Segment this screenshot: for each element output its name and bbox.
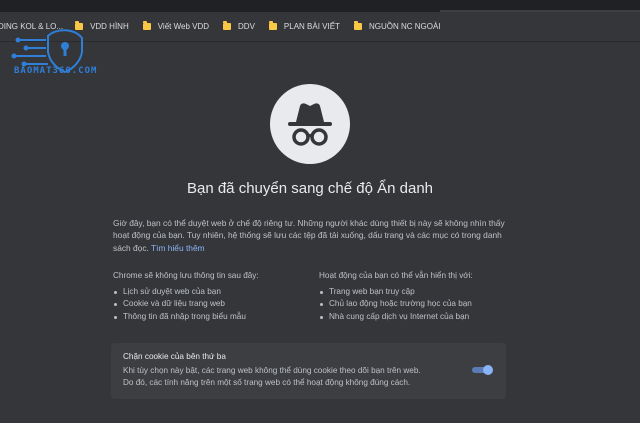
watermark-text: BAOMAT360.COM: [14, 66, 98, 76]
learn-more-link[interactable]: Tìm hiểu thêm: [151, 243, 205, 253]
bookmark-label: PLAN BÀI VIẾT: [283, 22, 340, 31]
folder-icon: [353, 21, 362, 30]
intro-paragraph: Giờ đây, bạn có thể duyệt web ở chế độ r…: [113, 217, 513, 254]
cookie-card-title: Chặn cookie của bên thứ ba: [123, 352, 226, 361]
bookmark-folder[interactable]: Viết Web VDD: [142, 21, 210, 31]
block-cookies-toggle[interactable]: [472, 365, 493, 375]
not-saved-section: Chrome sẽ không lưu thông tin sau đây: L…: [113, 271, 303, 323]
still-visible-heading: Hoạt động của bạn có thể vẫn hiển thị vớ…: [319, 271, 473, 280]
cookie-card-description-line: Do đó, các tính năng trên một số trang w…: [123, 378, 411, 387]
bookmark-label: DDV: [238, 22, 255, 31]
list-item: Lịch sử duyệt web của bạn: [113, 286, 303, 298]
bookmark-folder[interactable]: PLAN BÀI VIẾT: [268, 21, 340, 31]
list-item: Trang web bạn truy cập: [319, 286, 519, 298]
still-visible-section: Hoạt động của bạn có thể vẫn hiển thị vớ…: [319, 271, 519, 323]
toggle-knob: [483, 365, 493, 375]
bookmark-folder[interactable]: NGUỒN NC NGOÀI: [353, 21, 441, 31]
list-item: Chủ lao động hoặc trường học của bạn: [319, 298, 519, 310]
list-item: Nhà cung cấp dịch vụ Internet của bạn: [319, 311, 519, 323]
bookmark-folder[interactable]: DDV: [223, 21, 255, 31]
page-title: Bạn đã chuyển sang chế độ Ẩn danh: [186, 180, 434, 197]
incognito-icon: [270, 84, 350, 164]
not-saved-heading: Chrome sẽ không lưu thông tin sau đây:: [113, 271, 259, 280]
cookie-controls-card: Chặn cookie của bên thứ ba Khi tùy chọn …: [111, 343, 506, 399]
window-top-strip: [0, 0, 640, 12]
list-item: Cookie và dữ liệu trang web: [113, 298, 303, 310]
list-item: Thông tin đã nhập trong biểu mẫu: [113, 311, 303, 323]
folder-icon: [142, 21, 151, 30]
bookmark-label: NGUỒN NC NGOÀI: [368, 22, 441, 31]
cookie-card-description-line: Khi tùy chọn này bật, các trang web khôn…: [123, 366, 421, 375]
bookmark-label: Viết Web VDD: [157, 22, 210, 31]
folder-icon: [223, 21, 232, 30]
folder-icon: [268, 21, 277, 30]
